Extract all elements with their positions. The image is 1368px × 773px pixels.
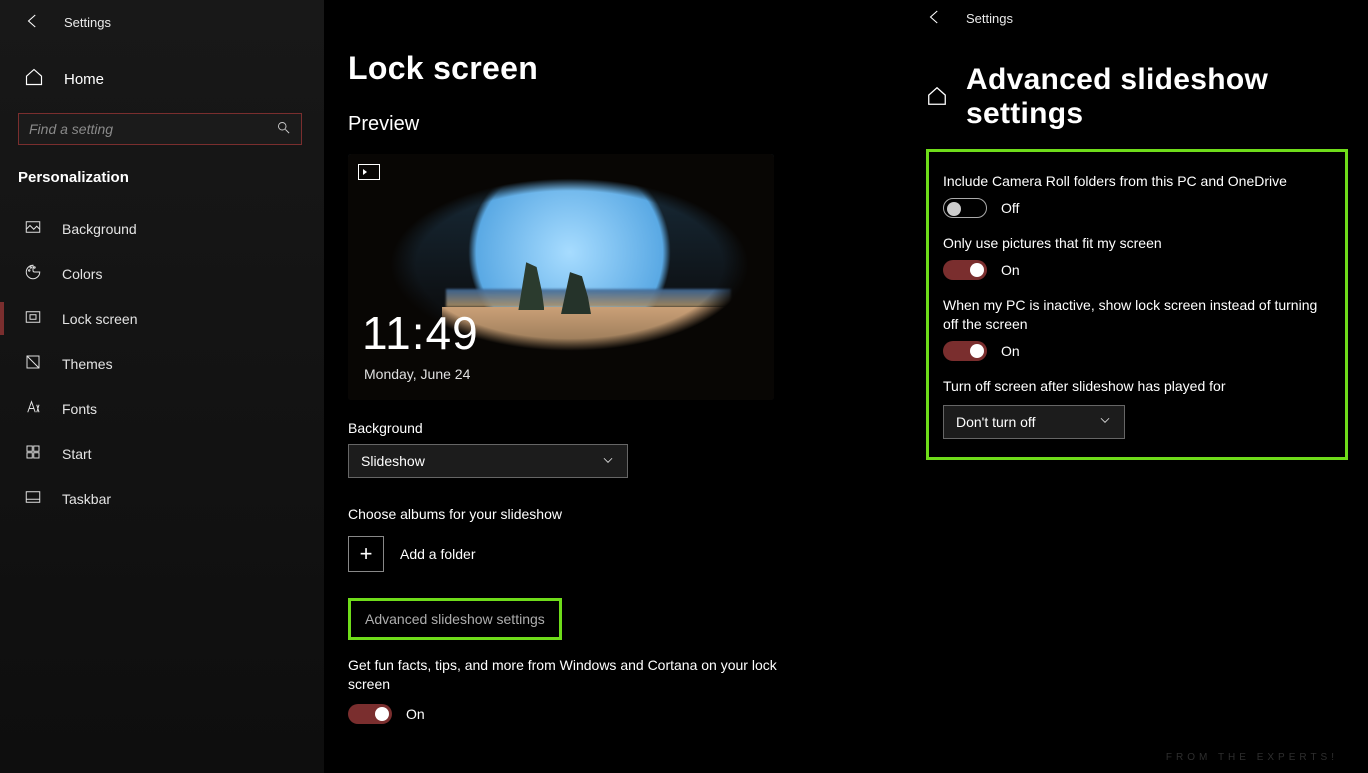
background-label: Background (348, 420, 888, 436)
nav-list: Background Colors Lock screen Themes Fon… (0, 196, 324, 521)
sidebar-item-background[interactable]: Background (0, 206, 324, 251)
sidebar-header: Settings (0, 8, 324, 41)
taskbar-icon (24, 488, 42, 509)
fun-facts-toggle-row: On (348, 704, 888, 724)
background-icon (24, 218, 42, 239)
search-box[interactable] (18, 113, 302, 145)
right-title-row: Advanced slideshow settings (926, 63, 1348, 131)
home-icon[interactable] (926, 85, 948, 110)
sidebar-item-label: Fonts (62, 401, 97, 417)
home-button[interactable]: Home (0, 41, 324, 101)
sidebar-item-fonts[interactable]: Fonts (0, 386, 324, 431)
preview-scenery (348, 154, 774, 400)
fonts-icon (24, 398, 42, 419)
fun-facts-toggle[interactable] (348, 704, 392, 724)
themes-icon (24, 353, 42, 374)
right-page-title: Advanced slideshow settings (966, 63, 1348, 131)
start-icon (24, 443, 42, 464)
camera-roll-label: Include Camera Roll folders from this PC… (943, 172, 1331, 190)
fit-screen-toggle[interactable] (943, 260, 987, 280)
sidebar-item-colors[interactable]: Colors (0, 251, 324, 296)
right-header: Settings (926, 6, 1348, 29)
sidebar-item-label: Lock screen (62, 311, 137, 327)
home-label: Home (64, 71, 104, 88)
lockscreen-preview: 11:49 Monday, June 24 (348, 154, 774, 400)
right-header-title: Settings (966, 11, 1013, 26)
sidebar-item-taskbar[interactable]: Taskbar (0, 476, 324, 521)
turnoff-label: Turn off screen after slideshow has play… (943, 377, 1331, 395)
camera-roll-toggle[interactable] (943, 198, 987, 218)
turnoff-value: Don't turn off (956, 414, 1035, 430)
sidebar-title: Settings (64, 15, 111, 30)
fit-screen-toggle-row: On (943, 260, 1331, 280)
sidebar-item-lockscreen[interactable]: Lock screen (0, 296, 324, 341)
inactive-label: When my PC is inactive, show lock screen… (943, 296, 1331, 332)
albums-label: Choose albums for your slideshow (348, 506, 888, 522)
sidebar-item-label: Themes (62, 356, 113, 372)
home-icon (24, 67, 44, 91)
fun-facts-state: On (406, 706, 425, 722)
sidebar-item-label: Colors (62, 266, 102, 282)
sidebar-item-label: Taskbar (62, 491, 111, 507)
settings-sidebar: Settings Home Personalization Background… (0, 0, 324, 773)
background-select[interactable]: Slideshow (348, 444, 628, 478)
fit-screen-label: Only use pictures that fit my screen (943, 234, 1331, 252)
preview-heading: Preview (348, 113, 888, 136)
add-folder-label: Add a folder (400, 546, 476, 562)
fun-facts-label: Get fun facts, tips, and more from Windo… (348, 656, 778, 694)
search-icon (276, 120, 291, 138)
sidebar-item-themes[interactable]: Themes (0, 341, 324, 386)
colors-icon (24, 263, 42, 284)
camera-roll-state: Off (1001, 200, 1019, 216)
back-icon[interactable] (926, 8, 944, 29)
clock-date: Monday, June 24 (364, 366, 470, 382)
back-icon[interactable] (24, 12, 42, 33)
sidebar-item-label: Start (62, 446, 92, 462)
lockscreen-icon (24, 308, 42, 329)
add-folder-button[interactable]: + (348, 536, 384, 572)
turnoff-select[interactable]: Don't turn off (943, 405, 1125, 439)
chevron-down-icon (1098, 413, 1112, 430)
advanced-options-panel: Include Camera Roll folders from this PC… (926, 149, 1348, 460)
watermark: FROM THE EXPERTS! (1166, 752, 1338, 763)
fit-screen-state: On (1001, 262, 1020, 278)
right-panel: Settings Advanced slideshow settings Inc… (912, 0, 1368, 773)
section-title: Personalization (0, 157, 324, 196)
background-value: Slideshow (361, 453, 425, 469)
chevron-down-icon (601, 453, 615, 470)
clock-time: 11:49 (362, 306, 479, 360)
page-title: Lock screen (348, 50, 888, 87)
inactive-toggle[interactable] (943, 341, 987, 361)
search-input[interactable] (29, 121, 249, 137)
inactive-state: On (1001, 343, 1020, 359)
camera-roll-toggle-row: Off (943, 198, 1331, 218)
main-panel: Lock screen Preview 11:49 Monday, June 2… (324, 0, 912, 773)
advanced-slideshow-link[interactable]: Advanced slideshow settings (348, 598, 562, 640)
slideshow-icon (358, 164, 380, 180)
sidebar-item-label: Background (62, 221, 137, 237)
inactive-toggle-row: On (943, 341, 1331, 361)
add-folder-row: + Add a folder (348, 536, 888, 572)
sidebar-item-start[interactable]: Start (0, 431, 324, 476)
search-box-wrap (0, 101, 324, 157)
